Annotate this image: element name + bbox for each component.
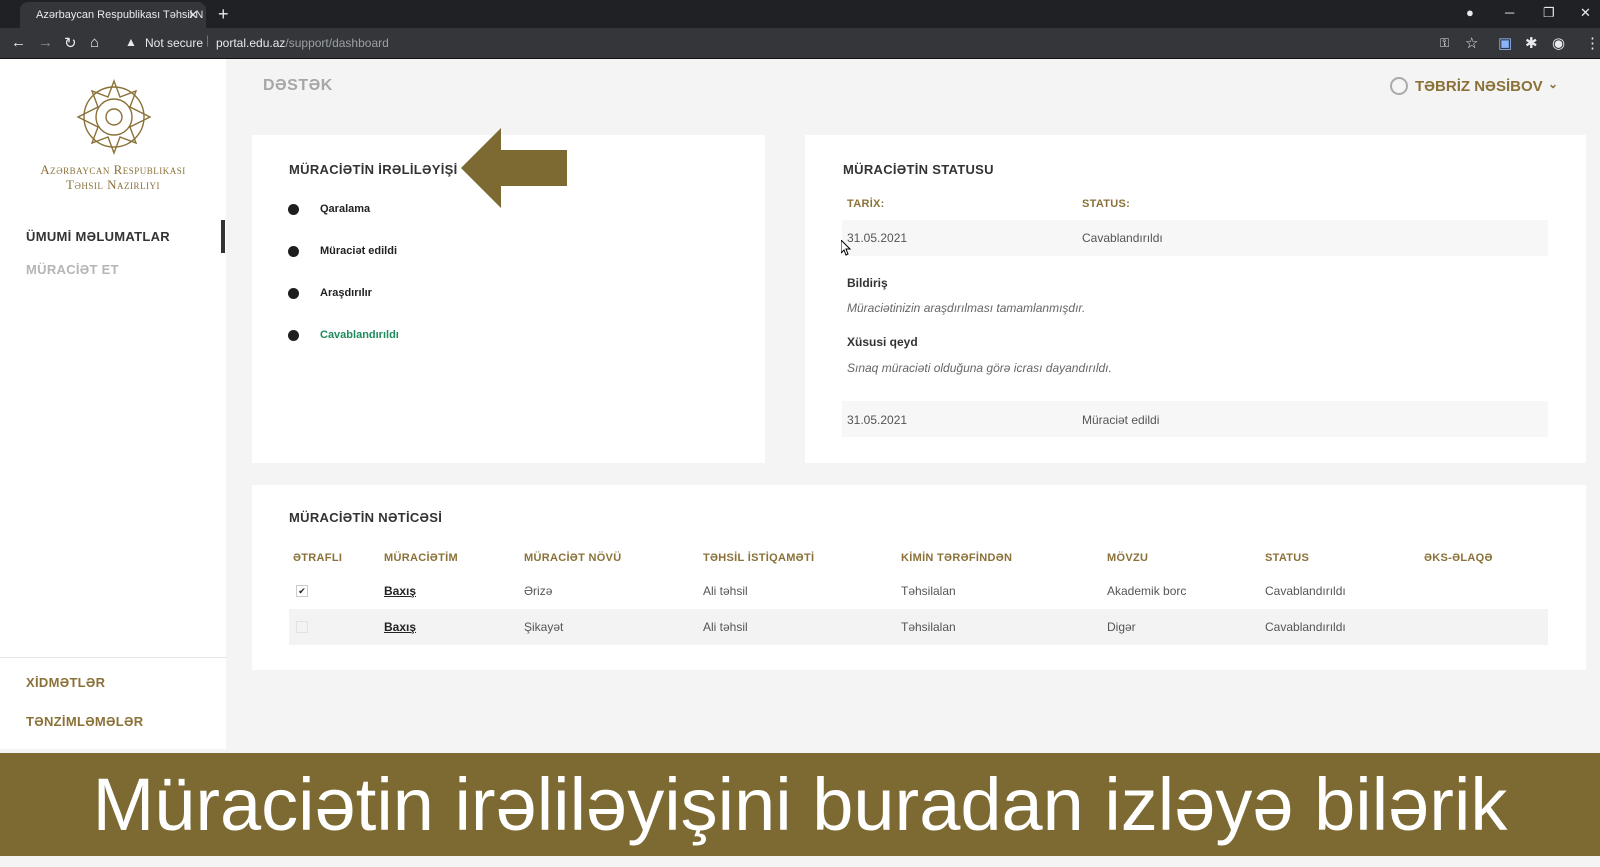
tab-close-icon[interactable]: ✕ <box>188 8 198 22</box>
home-icon[interactable]: ⌂ <box>90 34 99 51</box>
cell-status: Cavablandırıldı <box>1265 620 1346 634</box>
address-bar[interactable]: ▲ Not secure | portal.edu.az/support/das… <box>120 31 1410 55</box>
ministry-line-1: Azərbaycan Respublikası <box>40 162 186 177</box>
nav-general-info[interactable]: ÜMUMİ MƏLUMATLAR <box>26 229 170 244</box>
profile-dot-icon[interactable]: ● <box>1466 5 1474 20</box>
step-label: Qaralama <box>320 203 371 215</box>
url-path: /support/dashboard <box>285 36 389 50</box>
col-application-type: MÜRACİƏT NÖVÜ <box>524 552 622 564</box>
notice-text: Müraciətinizin araşdırılması tamamlanmış… <box>847 301 1086 315</box>
star-icon[interactable]: ☆ <box>1465 34 1478 52</box>
status-status-header: STATUS: <box>1082 198 1131 210</box>
ministry-emblem-icon <box>76 79 152 155</box>
cell-by: Təhsilalan <box>901 620 956 634</box>
tab-title: Azərbaycan Respublikası Təhsil N <box>36 9 204 21</box>
reload-icon[interactable]: ↻ <box>64 34 77 52</box>
user-avatar-icon <box>1390 77 1408 95</box>
cell-type: Şikayət <box>524 620 564 634</box>
col-submitted-by: KİMİN TƏRƏFİNDƏN <box>901 552 1013 564</box>
step-dot-icon <box>288 330 299 341</box>
warning-icon: ▲ <box>125 35 137 49</box>
col-education-direction: TƏHSİL İSTİQAMƏTİ <box>703 552 815 564</box>
new-tab-button[interactable]: + <box>218 4 229 25</box>
forward-icon[interactable]: → <box>38 34 53 51</box>
table-row: Baxış Şikayət Ali təhsil Təhsilalan Digə… <box>289 609 1548 645</box>
nav-apply[interactable]: MÜRACİƏT ET <box>26 262 119 277</box>
browser-tab[interactable]: Azərbaycan Respublikası Təhsil N ✕ <box>20 2 206 28</box>
user-name: TƏBRİZ NƏSİBOV <box>1415 78 1543 95</box>
status-row: 31.05.2021 Cavablandırıldı <box>842 220 1548 256</box>
subtitle-banner: Müraciətin irəliləyişini buradan izləyə … <box>0 753 1600 856</box>
cell-by: Təhsilalan <box>901 584 956 598</box>
close-window-icon[interactable]: ✕ <box>1580 5 1591 21</box>
browser-tab-bar: Azərbaycan Respublikası Təhsil N ✕ + ● ─… <box>0 0 1600 28</box>
col-status: STATUS <box>1265 552 1310 564</box>
progress-title: MÜRACİƏTİN İRƏLİLƏYİŞİ <box>289 162 458 177</box>
step-dot-icon <box>288 246 299 257</box>
special-note-label: Xüsusi qeyd <box>847 335 918 349</box>
col-feedback: ƏKS-ƏLAQƏ <box>1424 552 1493 564</box>
special-note-text: Sınaq müraciəti olduğuna görə icrası day… <box>847 361 1112 375</box>
view-link[interactable]: Baxış <box>384 620 416 634</box>
cell-type: Ərizə <box>524 584 553 598</box>
profile-avatar-icon[interactable]: ◉ <box>1552 34 1565 52</box>
url-host: portal.edu.az <box>216 36 286 50</box>
col-details: ƏTRAFLI <box>293 552 343 564</box>
status-value: Müraciət edildi <box>1082 413 1160 427</box>
status-value: Cavablandırıldı <box>1082 231 1163 245</box>
mouse-cursor-icon <box>841 240 851 256</box>
page-title: DƏSTƏK <box>263 77 333 94</box>
step-dot-icon <box>288 204 299 215</box>
sidebar: Azərbaycan Respublikası Təhsil Nazirliyi… <box>0 59 226 749</box>
nav-settings[interactable]: TƏNZİMLƏMƏLƏR <box>26 714 143 729</box>
cell-direction: Ali təhsil <box>703 584 748 598</box>
chevron-down-icon[interactable]: ⌄ <box>1548 77 1558 91</box>
translate-icon[interactable]: ▣ <box>1498 34 1512 52</box>
cell-direction: Ali təhsil <box>703 620 748 634</box>
omnibox-separator: | <box>206 33 210 47</box>
status-date: 31.05.2021 <box>847 231 908 245</box>
user-menu[interactable]: TƏBRİZ NƏSİBOV ⌄ <box>1390 76 1560 98</box>
notice-label: Bildiriş <box>847 276 888 290</box>
status-row: 31.05.2021 Müraciət edildi <box>842 401 1548 437</box>
subtitle-text: Müraciətin irəliləyişini buradan izləyə … <box>92 763 1508 846</box>
minimize-icon[interactable]: ─ <box>1505 5 1514 20</box>
status-title: MÜRACİƏTİN STATUSU <box>843 162 994 177</box>
col-topic: MÖVZU <box>1107 552 1149 564</box>
security-label: Not secure <box>145 36 204 50</box>
status-date-header: TARİX: <box>847 198 885 210</box>
status-date: 31.05.2021 <box>847 413 908 427</box>
col-my-application: MÜRACİƏTİM <box>384 552 458 564</box>
ministry-line-2: Təhsil Nazirliyi <box>65 177 161 192</box>
extensions-icon[interactable]: ✱ <box>1525 34 1538 52</box>
left-arrow-icon <box>461 128 567 208</box>
back-icon[interactable]: ← <box>11 34 26 51</box>
sidebar-divider <box>0 657 226 658</box>
url-text[interactable]: portal.edu.az/support/dashboard <box>216 36 389 50</box>
key-icon[interactable]: ⚿ <box>1440 36 1449 51</box>
bottom-strip <box>0 856 1600 867</box>
cell-status: Cavablandırıldı <box>1265 584 1346 598</box>
step-label-current: Cavablandırıldı <box>320 329 399 341</box>
row-checkbox[interactable]: ✔ <box>296 585 308 597</box>
row-checkbox[interactable] <box>296 621 308 633</box>
active-nav-marker <box>221 220 225 253</box>
view-link[interactable]: Baxış <box>384 584 416 598</box>
menu-kebab-icon[interactable]: ⋮ <box>1585 34 1600 52</box>
table-row: ✔ Baxış Ərizə Ali təhsil Təhsilalan Akad… <box>289 573 1548 609</box>
step-label: Araşdırılır <box>320 287 372 299</box>
cell-topic: Digər <box>1107 620 1136 634</box>
cell-topic: Akademik borc <box>1107 584 1187 598</box>
browser-toolbar: ← → ↻ ⌂ ▲ Not secure | portal.edu.az/sup… <box>0 28 1600 59</box>
step-label: Müraciət edildi <box>320 245 398 257</box>
nav-services[interactable]: XİDMƏTLƏR <box>26 675 105 690</box>
step-dot-icon <box>288 288 299 299</box>
restore-icon[interactable]: ❐ <box>1543 5 1555 21</box>
ministry-name: Azərbaycan Respublikası Təhsil Nazirliyi <box>0 162 226 192</box>
result-title: MÜRACİƏTİN NƏTİCƏSİ <box>289 510 443 525</box>
